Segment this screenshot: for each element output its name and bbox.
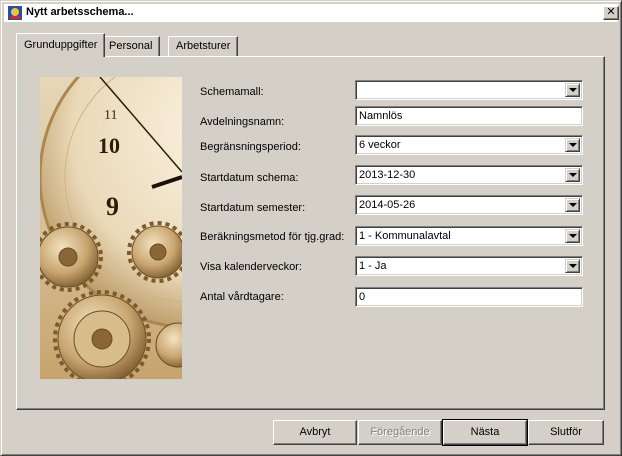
antal-vardtagare-value: 0 <box>359 291 366 303</box>
clock-gears-image: 11 10 9 <box>40 77 182 379</box>
startdatum-semester-select[interactable]: 2014-05-26 <box>355 195 583 215</box>
finish-button[interactable]: Slutför <box>528 420 604 445</box>
tab-label: Personal <box>109 40 153 52</box>
close-button[interactable]: ✕ <box>603 6 619 20</box>
app-icon <box>7 5 23 21</box>
avdelningsnamn-label: Avdelningsnamn: <box>200 116 285 128</box>
startdatum-schema-label: Startdatum schema: <box>200 172 299 184</box>
begransningsperiod-label: Begränsningsperiod: <box>200 141 301 153</box>
title-bar[interactable]: Nytt arbetsschema... ✕ <box>4 4 619 22</box>
previous-button[interactable]: Föregående <box>358 420 442 445</box>
startdatum-schema-value: 2013-12-30 <box>359 169 416 181</box>
berakningsmetod-label: Beräkningsmetod för tjg.grad: <box>200 231 345 243</box>
visa-kalenderveckor-select[interactable]: 1 - Ja <box>355 256 583 276</box>
startdatum-semester-value: 2014-05-26 <box>359 199 416 211</box>
avdelningsnamn-value: Namnlös <box>359 110 403 122</box>
begransningsperiod-value: 6 veckor <box>359 139 401 151</box>
dropdown-arrow-icon[interactable] <box>565 229 580 243</box>
clock-numeral: 11 <box>104 108 117 123</box>
tab-label: Grunduppgifter <box>24 39 98 51</box>
next-button[interactable]: Nästa <box>442 419 528 446</box>
berakningsmetod-value: 1 - Kommunalavtal <box>359 230 451 242</box>
berakningsmetod-select[interactable]: 1 - Kommunalavtal <box>355 226 583 246</box>
tab-label: Arbetsturer <box>176 40 231 52</box>
window-title: Nytt arbetsschema... <box>26 6 134 18</box>
dropdown-arrow-icon[interactable] <box>565 83 580 97</box>
dropdown-arrow-icon[interactable] <box>565 138 580 152</box>
begransningsperiod-select[interactable]: 6 veckor <box>355 135 583 155</box>
avdelningsnamn-input[interactable]: Namnlös <box>355 106 583 126</box>
visa-kalenderveckor-label: Visa kalenderveckor: <box>200 261 302 273</box>
tab-grunduppgifter[interactable]: Grunduppgifter <box>16 33 106 57</box>
startdatum-semester-label: Startdatum semester: <box>200 202 306 214</box>
dropdown-arrow-icon[interactable] <box>565 168 580 182</box>
antal-vardtagare-input[interactable]: 0 <box>355 287 583 307</box>
dropdown-arrow-icon[interactable] <box>565 259 580 273</box>
schemamall-label: Schemamall: <box>200 86 264 98</box>
schemamall-select[interactable] <box>355 80 583 100</box>
startdatum-schema-select[interactable]: 2013-12-30 <box>355 165 583 185</box>
visa-kalenderveckor-value: 1 - Ja <box>359 260 387 272</box>
close-icon: ✕ <box>606 6 616 18</box>
tab-personal[interactable]: Personal <box>101 36 161 56</box>
tab-arbetsturer[interactable]: Arbetsturer <box>168 36 239 56</box>
clock-numeral: 10 <box>98 133 120 158</box>
cancel-button[interactable]: Avbryt <box>273 420 357 445</box>
antal-vardtagare-label: Antal vårdtagare: <box>200 291 284 303</box>
clock-numeral: 9 <box>106 192 119 221</box>
dropdown-arrow-icon[interactable] <box>565 198 580 212</box>
